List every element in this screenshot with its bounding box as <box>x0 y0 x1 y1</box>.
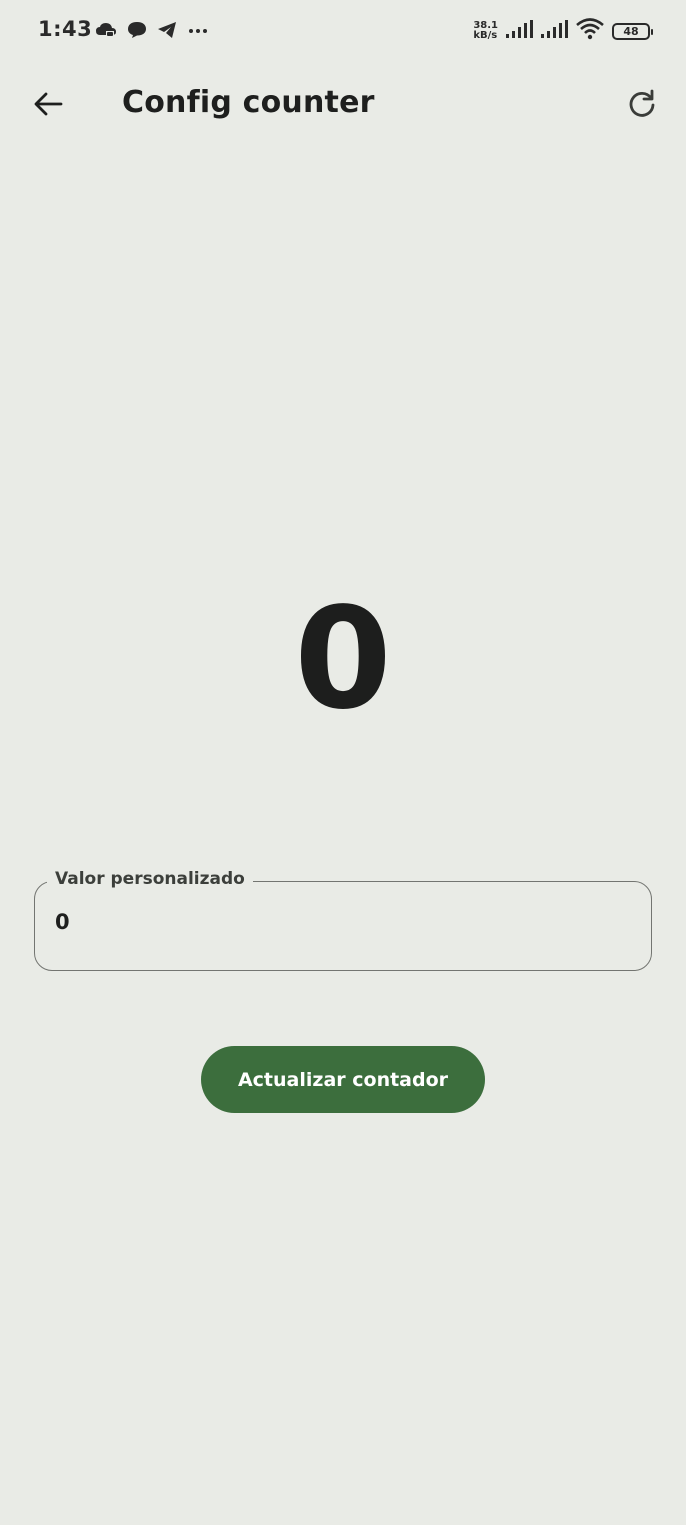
refresh-button[interactable] <box>618 82 666 130</box>
counter-display: 0 <box>294 578 392 741</box>
telegram-icon <box>157 21 177 39</box>
network-speed-unit: kB/s <box>473 30 498 41</box>
custom-value-field[interactable]: Valor personalizado 0 <box>34 869 652 971</box>
top-app-bar: Config counter <box>0 64 686 144</box>
battery-icon: 48 <box>612 22 653 40</box>
custom-value-input[interactable]: 0 <box>55 910 70 934</box>
cloud-icon <box>95 21 117 39</box>
network-speed: 38.1 kB/s <box>473 21 498 41</box>
custom-value-label: Valor personalizado <box>47 869 253 889</box>
update-counter-button-label: Actualizar contador <box>237 1068 449 1091</box>
arrow-left-icon <box>33 91 63 121</box>
wifi-icon <box>575 18 605 44</box>
refresh-icon <box>627 89 657 123</box>
signal-icon <box>505 19 533 43</box>
status-system-icons: 38.1 kB/s 48 <box>473 18 653 44</box>
status-time: 1:43 <box>38 17 93 41</box>
back-button[interactable] <box>24 82 72 130</box>
page-title: Config counter <box>122 85 375 120</box>
more-dots-icon <box>187 21 209 39</box>
status-bar: 1:43 38.1 kB/s 48 <box>0 0 686 64</box>
status-notification-icons <box>95 21 209 39</box>
update-counter-button[interactable]: Actualizar contador <box>201 1046 485 1113</box>
chat-bubble-icon <box>127 21 147 39</box>
signal-icon <box>540 19 568 43</box>
